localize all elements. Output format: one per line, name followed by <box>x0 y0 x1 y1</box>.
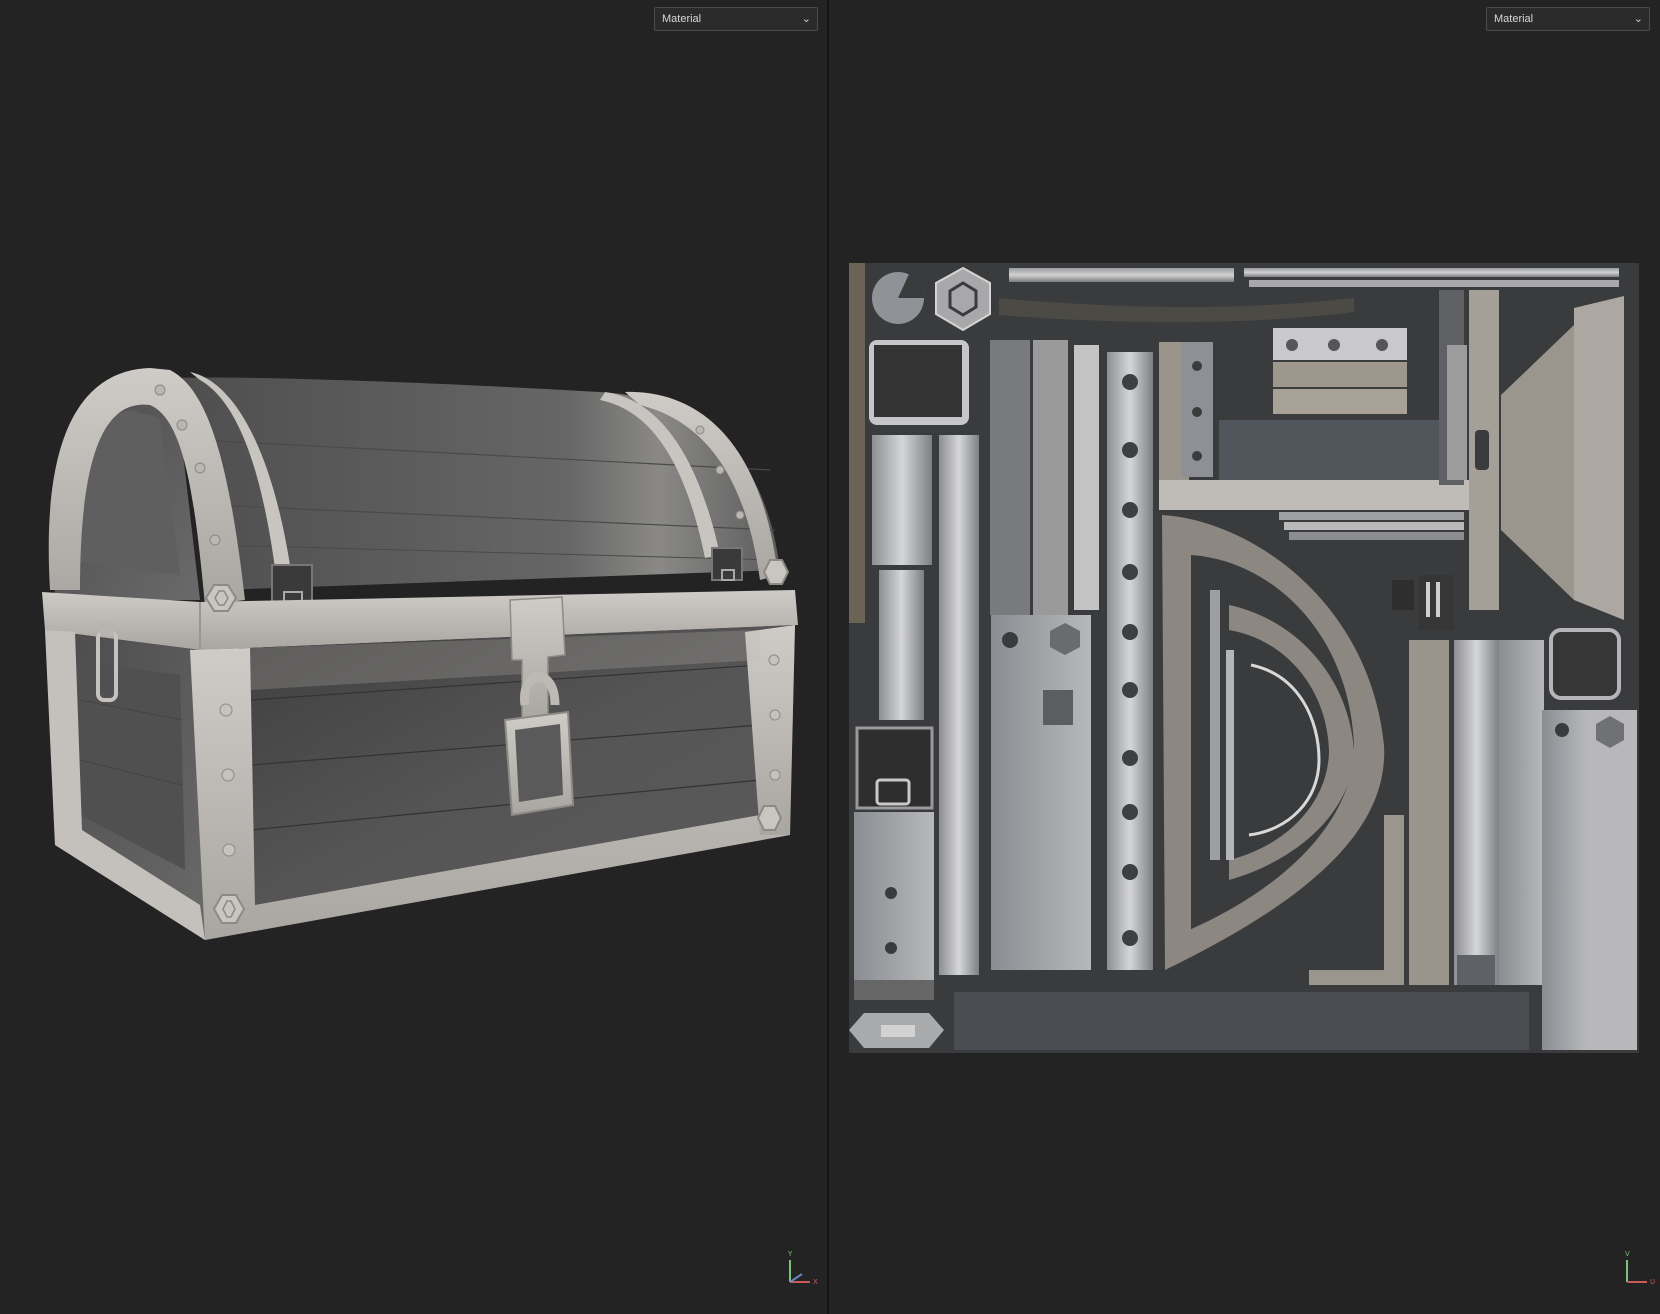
shading-mode-value: Material <box>662 13 702 25</box>
uv-axis-gizmo-icon: V U <box>1617 1248 1657 1288</box>
gizmo-right-label: X <box>813 1278 818 1286</box>
shading-mode-dropdown[interactable]: Material ⌄ <box>654 7 818 31</box>
gizmo-u-label: U <box>1650 1278 1656 1286</box>
uv-shading-mode-value: Material <box>1494 13 1534 25</box>
gizmo-up-label: Y <box>788 1250 793 1258</box>
axis-gizmo-icon: Y X <box>780 1248 820 1288</box>
viewport-3d[interactable]: Material ⌄ Y X <box>0 0 827 1314</box>
chevron-down-icon: ⌄ <box>801 13 811 25</box>
uv-shading-mode-dropdown[interactable]: Material ⌄ <box>1486 7 1650 31</box>
chevron-down-icon: ⌄ <box>1633 13 1643 25</box>
treasure-chest-model[interactable] <box>0 0 827 1314</box>
viewport-uv[interactable]: Material ⌄ V U <box>829 0 1660 1314</box>
gizmo-v-label: V <box>1625 1250 1630 1258</box>
uv-texture-atlas[interactable] <box>829 0 1660 1314</box>
